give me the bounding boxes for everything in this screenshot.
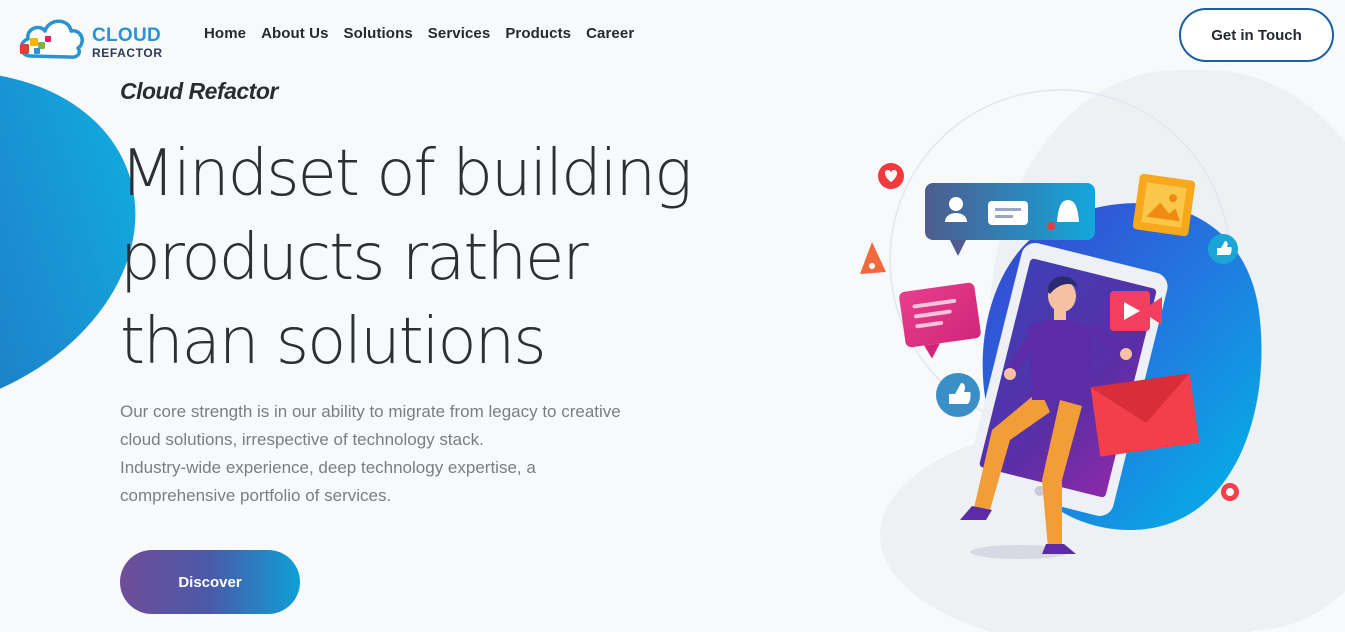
nav-item-solutions[interactable]: Solutions bbox=[344, 25, 413, 42]
hero-description-line-2: cloud solutions, irrespective of technol… bbox=[120, 430, 484, 449]
image-icon bbox=[1132, 173, 1196, 237]
chat-icon bbox=[988, 201, 1028, 225]
nav-item-about-us[interactable]: About Us bbox=[261, 25, 328, 42]
hero-headline: Mindset of building products rather than… bbox=[120, 132, 700, 384]
pink-message-bubble bbox=[899, 282, 981, 359]
record-icon bbox=[1221, 483, 1239, 501]
logo-text-refactor: REFACTOR bbox=[92, 46, 163, 60]
nav-item-home[interactable]: Home bbox=[204, 25, 246, 42]
hero-headline-line-2: products rather bbox=[120, 221, 589, 295]
heart-icon bbox=[878, 163, 904, 189]
mail-icon bbox=[1090, 373, 1200, 457]
logo[interactable]: CLOUD REFACTOR bbox=[16, 12, 166, 62]
discover-button[interactable]: Discover bbox=[120, 550, 300, 614]
nav-item-services[interactable]: Services bbox=[428, 25, 491, 42]
logo-text-cloud: CLOUD bbox=[92, 25, 162, 46]
logo-text: CLOUD REFACTOR bbox=[92, 26, 163, 59]
nav-item-career[interactable]: Career bbox=[586, 25, 634, 42]
cloud-logo-icon bbox=[19, 19, 84, 59]
hero-description-line-3: Industry-wide experience, deep technolog… bbox=[120, 458, 536, 477]
like-icon bbox=[1208, 234, 1238, 264]
nav-item-products[interactable]: Products bbox=[505, 25, 571, 42]
music-icon bbox=[860, 242, 886, 274]
hero-headline-line-1: Mindset of building bbox=[120, 137, 693, 211]
hero-description: Our core strength is in our ability to m… bbox=[120, 398, 680, 510]
get-in-touch-button[interactable]: Get in Touch bbox=[1179, 8, 1334, 62]
hero-headline-line-3: than solutions bbox=[120, 305, 547, 379]
hero-description-line-1: Our core strength is in our ability to m… bbox=[120, 402, 621, 421]
main-nav: Home About Us Solutions Services Product… bbox=[204, 25, 649, 42]
thumbs-up-icon bbox=[936, 373, 980, 417]
hero-description-line-4: comprehensive portfolio of services. bbox=[120, 486, 392, 505]
hero-illustration bbox=[860, 89, 1262, 559]
hero-brand-name: Cloud Refactor bbox=[120, 78, 278, 104]
